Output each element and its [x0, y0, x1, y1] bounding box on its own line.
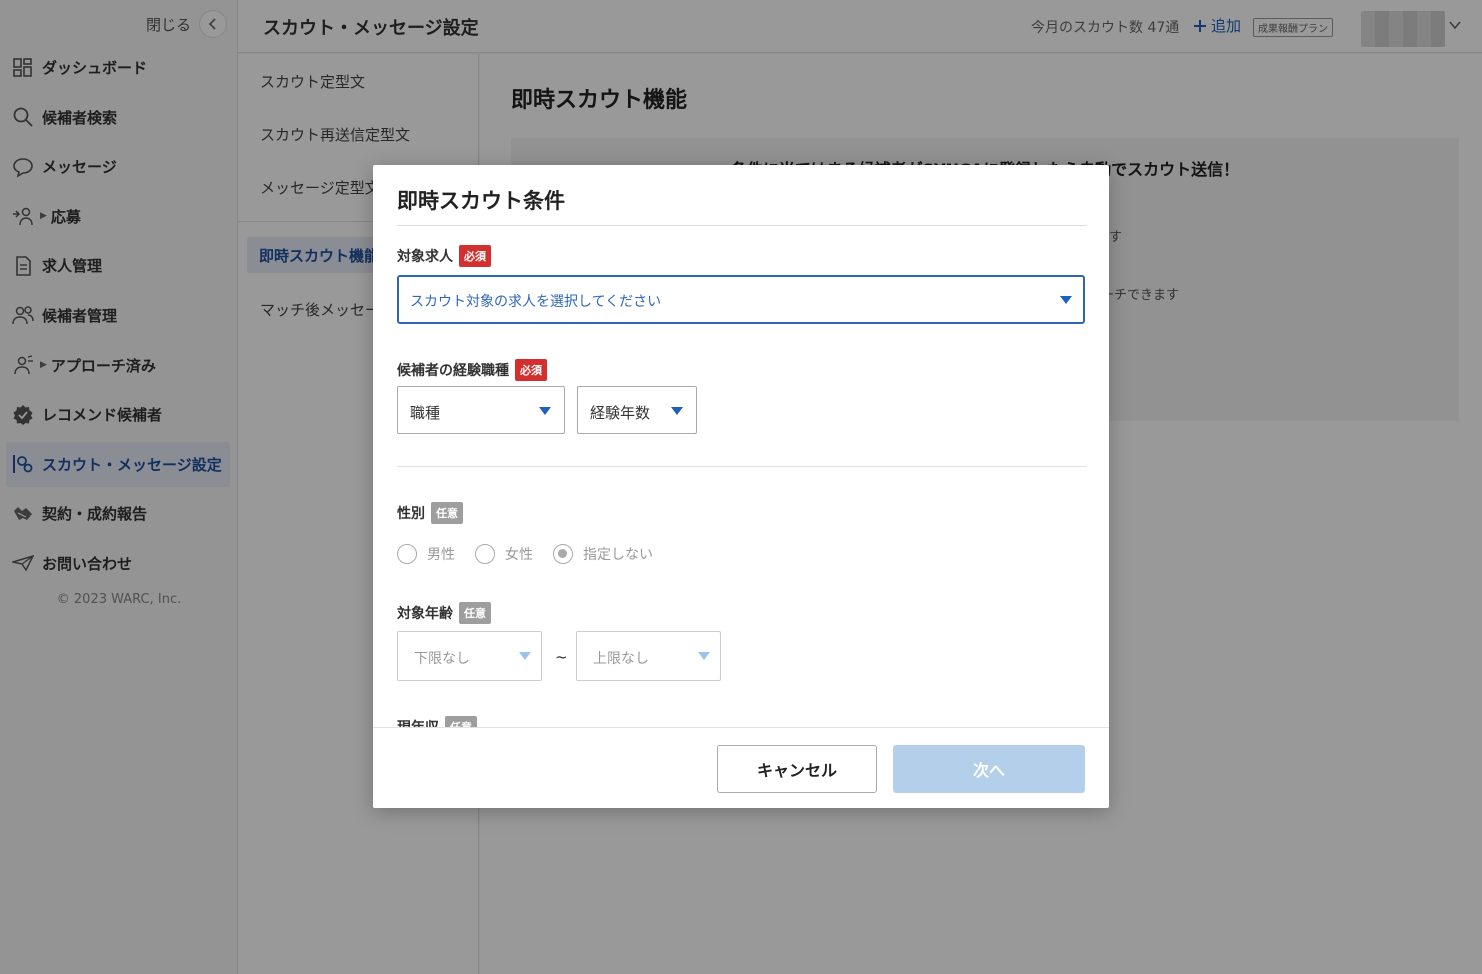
- income-label-row: 現年収 任意: [397, 716, 477, 727]
- cancel-button[interactable]: キャンセル: [717, 745, 877, 793]
- job-type-select[interactable]: 職種: [397, 386, 565, 434]
- radio-label: 女性: [505, 547, 533, 563]
- dropdown-arrow-icon: [698, 652, 710, 660]
- age-min-select[interactable]: 下限なし: [397, 631, 542, 681]
- required-badge: 必須: [515, 359, 547, 381]
- required-badge: 必須: [459, 245, 491, 267]
- job-type-value: 職種: [410, 404, 441, 422]
- age-label: 対象年齢: [397, 606, 453, 622]
- target-job-label: 対象求人: [397, 249, 453, 265]
- next-button[interactable]: 次へ: [893, 745, 1085, 793]
- gender-radio-male[interactable]: 男性: [397, 544, 455, 564]
- gender-radio-unspecified[interactable]: 指定しない: [553, 544, 653, 564]
- gender-radio-group: 男性 女性 指定しない: [397, 544, 653, 564]
- modal-body[interactable]: 対象求人 必須 スカウト対象の求人を選択してください 候補者の経験職種 必須 職…: [373, 226, 1109, 727]
- experience-label: 候補者の経験職種: [397, 363, 509, 379]
- radio-circle[interactable]: [553, 544, 573, 564]
- modal-footer: キャンセル 次へ: [373, 727, 1109, 808]
- radio-circle[interactable]: [397, 544, 417, 564]
- gender-label: 性別: [397, 506, 425, 522]
- target-job-placeholder: スカウト対象の求人を選択してください: [410, 294, 662, 310]
- experience-years-select[interactable]: 経験年数: [577, 386, 697, 434]
- radio-label: 指定しない: [583, 547, 653, 563]
- range-separator: ~: [555, 648, 568, 666]
- divider: [397, 466, 1087, 467]
- age-min-value: 下限なし: [414, 651, 470, 667]
- modal-title: 即時スカウト条件: [397, 189, 565, 213]
- gender-radio-female[interactable]: 女性: [475, 544, 533, 564]
- experience-years-value: 経験年数: [590, 404, 651, 422]
- optional-badge: 任意: [445, 716, 477, 727]
- radio-circle[interactable]: [475, 544, 495, 564]
- gender-label-row: 性別 任意: [397, 502, 463, 524]
- target-job-label-row: 対象求人 必須: [397, 245, 491, 267]
- target-job-select[interactable]: スカウト対象の求人を選択してください: [397, 275, 1085, 324]
- age-label-row: 対象年齢 任意: [397, 602, 491, 624]
- dropdown-arrow-icon: [671, 407, 683, 415]
- age-max-value: 上限なし: [593, 651, 649, 667]
- optional-badge: 任意: [431, 502, 463, 524]
- experience-label-row: 候補者の経験職種 必須: [397, 359, 547, 381]
- optional-badge: 任意: [459, 602, 491, 624]
- dropdown-arrow-icon: [1060, 296, 1072, 304]
- dropdown-arrow-icon: [539, 407, 551, 415]
- age-max-select[interactable]: 上限なし: [576, 631, 721, 681]
- radio-label: 男性: [427, 547, 455, 563]
- income-label: 現年収: [397, 717, 439, 727]
- instant-scout-modal: 即時スカウト条件 対象求人 必須 スカウト対象の求人を選択してください 候補者の…: [373, 165, 1109, 808]
- dropdown-arrow-icon: [519, 652, 531, 660]
